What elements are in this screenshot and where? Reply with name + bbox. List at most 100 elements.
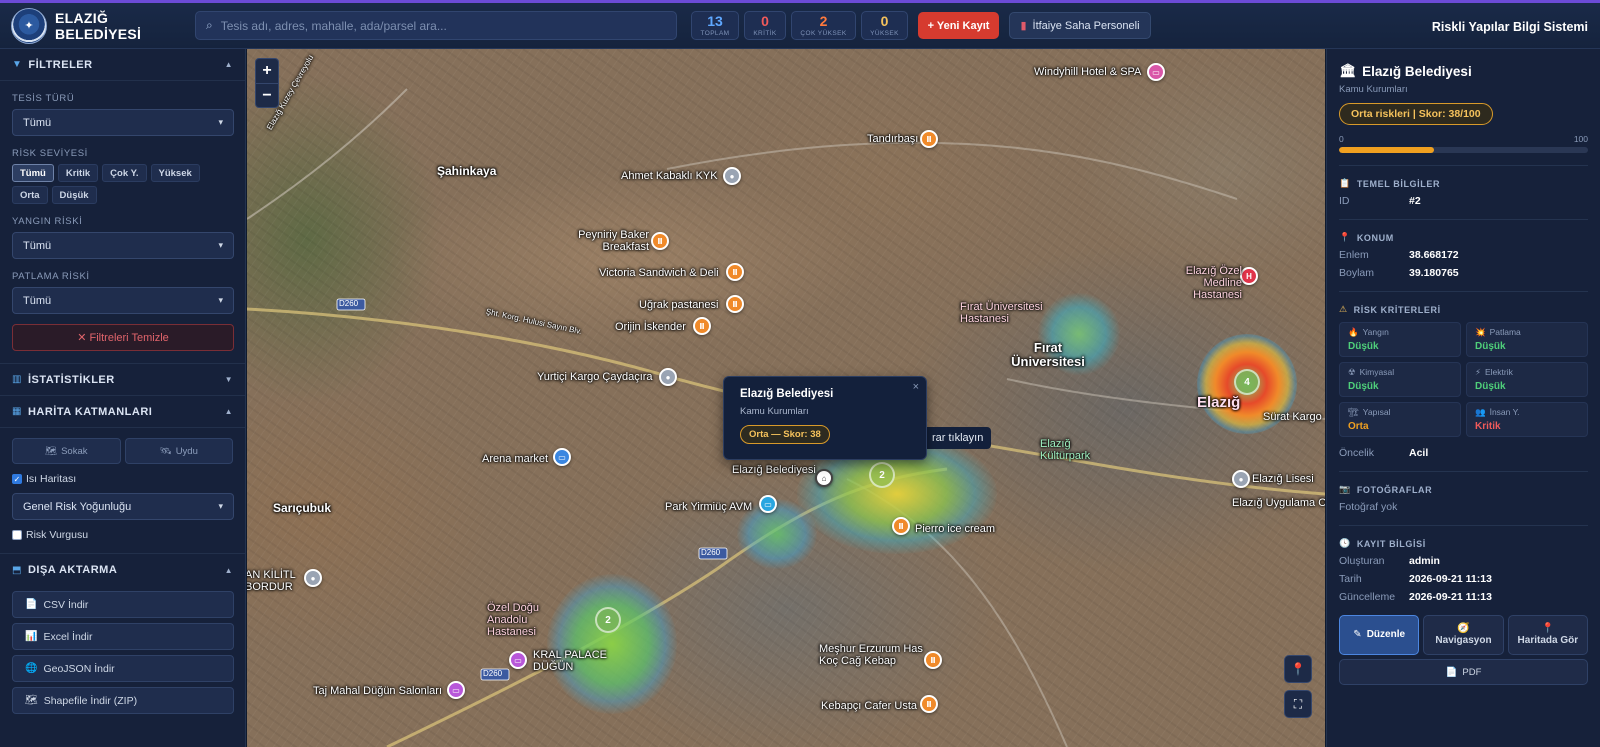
risk-chip-all[interactable]: Tümü — [12, 164, 54, 182]
place-pin[interactable]: ● — [304, 569, 322, 587]
chevron-down-icon: ▾ — [218, 501, 223, 511]
divider — [1339, 471, 1588, 472]
explosion-risk-select[interactable]: Tümü ▾ — [12, 287, 234, 314]
date-value: 2026-09-21 11:13 — [1409, 573, 1492, 585]
risk-emphasis-toggle[interactable]: Risk Vurgusu — [12, 529, 233, 541]
filters-header[interactable]: ▼ FİLTRELER ▲ — [0, 49, 245, 81]
fire-icon: 🔥 — [1348, 327, 1359, 337]
risk-score-badge: Orta riskleri | Skor: 38/100 — [1339, 103, 1493, 125]
statistics-header[interactable]: ▥ İSTATİSTİKLER ▼ — [0, 364, 245, 396]
restaurant-pin[interactable]: Ⅱ — [726, 295, 744, 313]
new-record-button[interactable]: + Yeni Kayıt — [918, 12, 999, 39]
shapefile-download-button[interactable]: 🗺 Shapefile İndir (ZIP) — [12, 687, 234, 714]
heatmap-toggle[interactable]: ✓ Isı Haritası — [12, 473, 233, 485]
risk-criterion-cell: ☢ Kimyasal Düşük — [1339, 362, 1461, 397]
edit-button[interactable]: ✎ Düzenle — [1339, 615, 1420, 655]
heatmap-mode-select[interactable]: Genel Risk Yoğunluğu ▾ — [12, 493, 234, 520]
record-info-header: 🕓 KAYIT BİLGİSİ — [1339, 538, 1588, 549]
map-label: Elazığ Belediyesi — [732, 464, 816, 476]
score-bar-fill — [1339, 147, 1434, 153]
risk-chip-high[interactable]: Yüksek — [150, 164, 200, 182]
restaurant-pin[interactable]: Ⅱ — [920, 130, 938, 148]
zoom-out-button[interactable]: − — [256, 83, 278, 107]
road-shield: D260 — [701, 548, 721, 557]
street-layer-button[interactable]: 🗺 Sokak — [12, 438, 121, 464]
left-sidebar: ▼ FİLTRELER ▲ TESİS TÜRÜ Tümü ▾ RİSK SEV… — [0, 49, 246, 747]
facility-type-label: TESİS TÜRÜ — [12, 93, 75, 104]
market-pin[interactable]: ▭ — [553, 448, 571, 466]
road-shield: D260 — [483, 669, 503, 678]
restaurant-pin[interactable]: Ⅱ — [892, 517, 910, 535]
stat-value: 0 — [761, 13, 769, 29]
risk-criterion-name: Yangın — [1362, 327, 1389, 337]
school-pin[interactable]: ● — [1232, 470, 1250, 488]
zoom-in-button[interactable]: + — [256, 59, 278, 83]
map-label: Windyhill Hotel & SPA — [1034, 66, 1142, 78]
search-input[interactable] — [220, 18, 651, 33]
map-layers-header[interactable]: ▦ HARİTA KATMANLARI ▲ — [0, 396, 245, 428]
restaurant-pin[interactable]: Ⅱ — [693, 317, 711, 335]
restaurant-pin[interactable]: Ⅱ — [920, 695, 938, 713]
map-label: Peyniriy Baker Breakfast — [578, 229, 649, 253]
map-label: Victoria Sandwich & Deli — [599, 267, 719, 279]
fire-risk-value: Tümü — [23, 239, 52, 252]
venue-pin[interactable]: ▭ — [447, 681, 465, 699]
fullscreen-button[interactable]: ⛶ — [1284, 690, 1312, 718]
risk-emphasis-checkbox[interactable] — [12, 530, 22, 540]
csv-download-button[interactable]: 📄 CSV İndir — [12, 591, 234, 618]
explosion-icon: 💥 — [1475, 327, 1486, 337]
map-label: Ahmet Kabaklı KYK — [621, 170, 718, 182]
restaurant-pin[interactable]: Ⅱ — [651, 232, 669, 250]
clear-filters-button[interactable]: ✕ Filtreleri Temizle — [12, 324, 234, 351]
close-icon[interactable]: × — [913, 381, 919, 393]
hospital-pin[interactable]: H — [1240, 267, 1258, 285]
restaurant-pin[interactable]: Ⅱ — [726, 263, 744, 281]
export-icon: ⬒ — [12, 564, 22, 576]
show-on-map-button[interactable]: 📍 Haritada Gör — [1507, 615, 1588, 655]
search-box[interactable]: ⌕ — [195, 11, 677, 40]
score-scale: 0 100 — [1339, 134, 1588, 144]
fire-risk-select[interactable]: Tümü ▾ — [12, 232, 234, 259]
geojson-download-label: GeoJSON İndir — [43, 662, 115, 675]
risk-chip-critical[interactable]: Kritik — [57, 164, 99, 182]
date-row: Tarih 2026-09-21 11:13 — [1339, 573, 1588, 585]
risk-chip-very-high[interactable]: Çok Y. — [102, 164, 147, 182]
locate-button[interactable]: 📍 — [1284, 655, 1312, 683]
venue-pin[interactable]: ▭ — [509, 651, 527, 669]
priority-value: Acil — [1409, 447, 1429, 459]
place-pin[interactable]: ● — [659, 368, 677, 386]
risk-chip-low[interactable]: Düşük — [51, 186, 97, 204]
map-label: Elazığ Uygulama Ote — [1232, 497, 1325, 509]
cluster-marker[interactable]: 4 — [1234, 369, 1260, 395]
risk-chip-medium[interactable]: Orta — [12, 186, 48, 204]
heatmap-checkbox[interactable]: ✓ — [12, 474, 22, 484]
building-icon: 🏛 — [1339, 63, 1357, 78]
excel-download-button[interactable]: 📊 Excel İndir — [12, 623, 234, 650]
hotel-pin[interactable]: ▭ — [1147, 63, 1165, 81]
place-pin[interactable]: ● — [723, 167, 741, 185]
pdf-button[interactable]: 📄 PDF — [1339, 659, 1588, 685]
cluster-marker[interactable]: 2 — [595, 607, 621, 633]
map-label: Taj Mahal Düğün Salonları — [313, 685, 443, 697]
risk-criterion-value: Düşük — [1348, 381, 1379, 392]
photos-title: FOTOĞRAFLAR — [1356, 484, 1433, 495]
map-icon: ▦ — [12, 406, 22, 417]
stat-total: 13 TOPLAM — [691, 11, 739, 40]
satellite-layer-button[interactable]: 🛰 Uydu — [124, 438, 233, 464]
mall-pin[interactable]: ▭ — [759, 495, 777, 513]
satellite-map[interactable]: D260 D260 D260 4 2 2 ▭ Ⅱ ● Ⅱ Ⅱ Ⅱ Ⅱ ● H ▭… — [247, 49, 1325, 747]
latitude-row: Enlem 38.668172 — [1339, 249, 1588, 261]
compass-icon: 🧭 — [1457, 623, 1470, 634]
explosion-risk-label: PATLAMA RİSKİ — [12, 271, 90, 282]
government-pin[interactable]: ⌂ — [815, 469, 833, 487]
detail-title-row: 🏛 Elazığ Belediyesi — [1339, 63, 1588, 79]
export-header[interactable]: ⬒ DIŞA AKTARMA ▲ — [0, 554, 245, 586]
facility-type-select[interactable]: Tümü ▾ — [12, 109, 234, 136]
geojson-download-button[interactable]: 🌐 GeoJSON İndir — [12, 655, 234, 682]
navigation-button[interactable]: 🧭 Navigasyon — [1423, 615, 1504, 655]
risk-criterion-label: ☢ Kimyasal — [1348, 367, 1452, 378]
cluster-marker[interactable]: 2 — [869, 462, 895, 488]
basemap-buttons: 🗺 Sokak 🛰 Uydu — [12, 438, 233, 464]
field-staff-button[interactable]: ▮ İtfaiye Saha Personeli — [1009, 12, 1151, 39]
chevron-down-icon: ▾ — [218, 240, 223, 250]
